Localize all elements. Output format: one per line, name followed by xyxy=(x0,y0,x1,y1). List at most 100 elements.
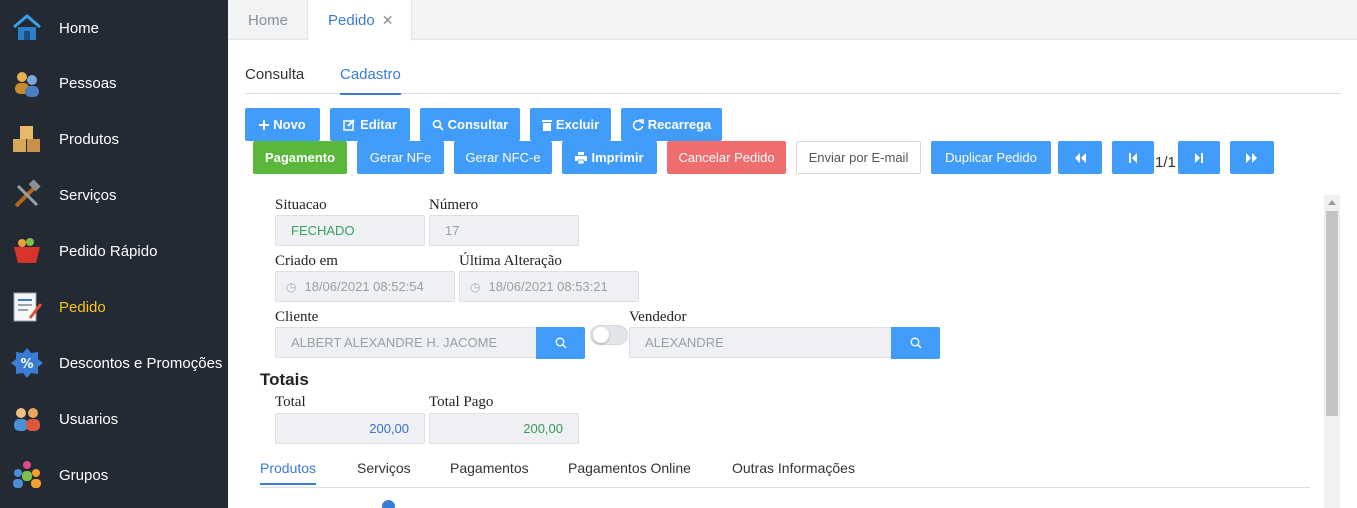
numero-label: Número xyxy=(429,197,479,213)
skip-last-icon xyxy=(1246,152,1257,163)
vendedor-search-button[interactable] xyxy=(891,327,940,359)
sidebar-item-produtos[interactable]: Produtos xyxy=(0,111,228,167)
boxes-icon xyxy=(13,126,40,152)
help-icon[interactable] xyxy=(382,500,395,508)
sidebar-item-label: Descontos e Promoções xyxy=(59,354,223,372)
situacao-field[interactable]: FECHADO xyxy=(275,215,425,246)
sidebar-item-label: Grupos xyxy=(59,466,109,484)
tab-home[interactable]: Home xyxy=(228,0,308,40)
tab-home-label: Home xyxy=(248,11,289,29)
skip-first-icon xyxy=(1075,152,1086,163)
total-pago-label: Total Pago xyxy=(429,394,494,410)
sidebar-item-label: Home xyxy=(59,19,100,37)
cliente-toggle[interactable] xyxy=(590,325,628,345)
criado-em-field[interactable]: ◷ 18/06/2021 08:52:54 xyxy=(275,271,455,302)
step-forward-icon xyxy=(1195,152,1203,163)
step-back-icon xyxy=(1129,152,1137,163)
refresh-icon xyxy=(632,118,644,130)
enviar-email-label: Enviar por E-mail xyxy=(808,150,909,165)
scrollbar-thumb[interactable] xyxy=(1326,211,1338,416)
trash-icon xyxy=(541,119,552,131)
ultima-alteracao-field[interactable]: ◷ 18/06/2021 08:53:21 xyxy=(459,271,639,302)
editar-button[interactable]: Editar xyxy=(330,108,410,141)
gerar-nfce-button[interactable]: Gerar NFC-e xyxy=(454,141,552,174)
sidebar-item-usuarios[interactable]: Usuarios xyxy=(0,391,228,447)
recarrega-button[interactable]: Recarrega xyxy=(621,108,722,141)
tools-icon xyxy=(14,179,41,208)
ultima-alteracao-value: 18/06/2021 08:53:21 xyxy=(488,279,608,294)
sidebar-item-label: Pessoas xyxy=(59,74,117,92)
svg-text:%: % xyxy=(20,357,33,372)
sidebar-item-label: Usuarios xyxy=(59,410,119,428)
top-tab-bar: Home Pedido ✕ xyxy=(228,0,1357,41)
gerar-nfe-label: Gerar NFe xyxy=(369,150,432,165)
vendedor-label: Vendedor xyxy=(629,309,687,325)
tab-pagamentos[interactable]: Pagamentos xyxy=(450,460,529,483)
sub-tab-bar: Consulta Cadastro xyxy=(245,56,1341,95)
cancelar-pedido-label: Cancelar Pedido xyxy=(678,150,775,165)
tab-pagamentos-online[interactable]: Pagamentos Online xyxy=(568,460,691,483)
page-indicator: 1/1 xyxy=(1155,154,1176,171)
editar-label: Editar xyxy=(360,117,397,132)
tab-consulta[interactable]: Consulta xyxy=(245,66,304,93)
gerar-nfce-label: Gerar NFC-e xyxy=(465,150,541,165)
sidebar-item-grupos[interactable]: Grupos xyxy=(0,447,228,503)
tab-outras-informacoes[interactable]: Outras Informações xyxy=(732,460,855,483)
situacao-label: Situacao xyxy=(275,197,327,213)
novo-button[interactable]: Novo xyxy=(245,108,320,141)
last-page-button[interactable] xyxy=(1230,141,1274,174)
users-icon xyxy=(14,408,40,431)
sidebar-item-servicos[interactable]: Serviços xyxy=(0,167,228,223)
sidebar-item-home[interactable]: Home xyxy=(0,0,228,56)
sidebar-item-descontos[interactable]: % Descontos e Promoções xyxy=(0,335,228,391)
gerar-nfe-button[interactable]: Gerar NFe xyxy=(357,141,444,174)
duplicar-pedido-button[interactable]: Duplicar Pedido xyxy=(931,141,1051,174)
people-icon xyxy=(15,72,39,97)
excluir-label: Excluir xyxy=(555,117,600,132)
clock-icon: ◷ xyxy=(470,279,481,294)
search-icon xyxy=(432,119,444,131)
previous-page-button[interactable] xyxy=(1112,141,1154,174)
total-pago-field[interactable]: 200,00 xyxy=(429,413,579,444)
scrollbar[interactable] xyxy=(1324,195,1340,508)
duplicar-pedido-label: Duplicar Pedido xyxy=(945,150,1037,165)
cancelar-pedido-button[interactable]: Cancelar Pedido xyxy=(667,141,786,174)
cliente-search-button[interactable] xyxy=(536,327,585,359)
groups-icon xyxy=(13,461,41,488)
excluir-button[interactable]: Excluir xyxy=(530,108,611,141)
cliente-field[interactable]: ALBERT ALEXANDRE H. JACOME xyxy=(275,327,537,358)
tab-pedido-label: Pedido xyxy=(328,12,375,29)
tab-servicos[interactable]: Serviços xyxy=(357,460,411,483)
order-document-icon xyxy=(13,292,43,322)
sidebar-item-pedido[interactable]: Pedido xyxy=(0,279,228,335)
imprimir-button[interactable]: Imprimir xyxy=(562,141,657,174)
recarrega-label: Recarrega xyxy=(647,117,712,132)
edit-icon xyxy=(343,118,355,131)
discount-badge-icon: % xyxy=(11,348,43,378)
sidebar-item-pedido-rapido[interactable]: Pedido Rápido xyxy=(0,223,228,279)
first-page-button[interactable] xyxy=(1058,141,1102,174)
clock-icon: ◷ xyxy=(286,279,297,294)
scroll-up-arrow-icon[interactable] xyxy=(1328,200,1336,205)
enviar-email-button[interactable]: Enviar por E-mail xyxy=(796,141,921,174)
sidebar-item-pessoas[interactable]: Pessoas xyxy=(0,55,228,111)
tab-pedido[interactable]: Pedido ✕ xyxy=(308,0,412,41)
consultar-button[interactable]: Consultar xyxy=(420,108,520,141)
criado-em-value: 18/06/2021 08:52:54 xyxy=(304,279,424,294)
pagamento-button[interactable]: Pagamento xyxy=(253,141,347,174)
ultima-alteracao-label: Última Alteração xyxy=(459,253,562,269)
tab-cadastro[interactable]: Cadastro xyxy=(340,66,401,95)
sidebar-item-label: Pedido Rápido xyxy=(59,242,158,260)
total-field[interactable]: 200,00 xyxy=(275,413,425,444)
close-icon[interactable]: ✕ xyxy=(382,12,394,29)
numero-field[interactable]: 17 xyxy=(429,215,579,246)
sidebar-item-label: Pedido xyxy=(59,298,106,316)
consultar-label: Consultar xyxy=(447,117,509,132)
tab-produtos[interactable]: Produtos xyxy=(260,460,317,485)
vendedor-field[interactable]: ALEXANDRE xyxy=(629,327,892,358)
novo-label: Novo xyxy=(273,117,306,132)
detail-tab-bar: Produtos Serviços Pagamentos Pagamentos … xyxy=(260,458,1310,488)
total-label: Total xyxy=(275,394,306,410)
sidebar-item-label: Produtos xyxy=(59,130,120,148)
next-page-button[interactable] xyxy=(1178,141,1220,174)
